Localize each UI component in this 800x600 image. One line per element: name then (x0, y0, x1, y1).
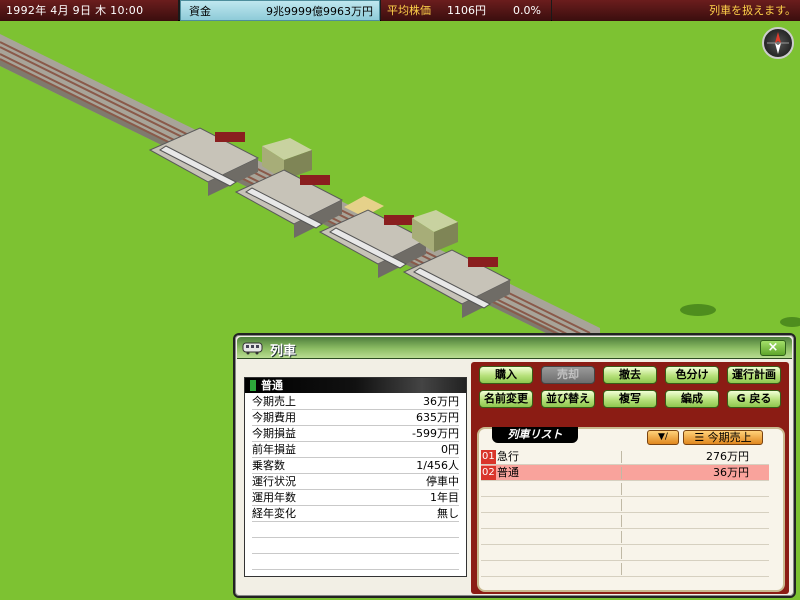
train-color-marker (250, 380, 256, 391)
status-message: 列車を扱えます。 (552, 0, 800, 21)
info-row-profit: 今期損益 -599万円 (252, 427, 459, 442)
info-row-status: 運行状況 停車中 (252, 475, 459, 490)
sell-button[interactable]: 売却 (541, 366, 595, 384)
buy-button[interactable]: 購入 (479, 366, 533, 384)
info-row-empty (252, 554, 459, 570)
stock-change: 0.0% (513, 4, 541, 17)
rename-button[interactable]: 名前変更 (479, 390, 533, 408)
list-item-empty (481, 497, 769, 513)
funds-label: 資金 (189, 5, 211, 18)
top-status-bar: 1992年 4月 9日 木 10:00 資金 9兆9999億9963万円 平均株… (0, 0, 800, 21)
funds-value: 9兆9999億9963万円 (266, 5, 373, 18)
train-icon (242, 341, 264, 355)
color-button[interactable]: 色分け (665, 366, 719, 384)
list-item-empty (481, 481, 769, 497)
train-list: 列車リスト ▼/ ☰ 今期売上 01 急行 276万円 02 普通 36万円 (477, 427, 785, 592)
info-row-aging: 経年変化 無し (252, 507, 459, 522)
info-row-revenue: 今期売上 36万円 (252, 395, 459, 410)
copy-button[interactable]: 複写 (603, 390, 657, 408)
info-row-years: 運用年数 1年目 (252, 491, 459, 506)
compass-icon[interactable] (762, 27, 794, 59)
schedule-button[interactable]: 運行計画 (727, 366, 781, 384)
command-area: 購入 売却 撤去 色分け 運行計画 名前変更 並び替え 複写 編成 G 戻る 列… (471, 362, 789, 594)
train-list-tab: 列車リスト (492, 427, 578, 443)
list-item-empty (481, 545, 769, 561)
bush (680, 304, 716, 316)
train-panel: 列車 × 普通 今期売上 36万円 今期費用 635万円 今期損益 -599万円 前年… (233, 333, 796, 598)
formation-button[interactable]: 編成 (665, 390, 719, 408)
stock-value: 1106円 (447, 4, 486, 17)
stock-label: 平均株価 (387, 4, 431, 17)
list-item-empty (481, 529, 769, 545)
list-item-empty (481, 561, 769, 577)
info-row-empty (252, 522, 459, 538)
info-row-cost: 今期費用 635万円 (252, 411, 459, 426)
list-item-empty (481, 513, 769, 529)
back-button[interactable]: G 戻る (727, 390, 781, 408)
list-item[interactable]: 01 急行 276万円 (481, 449, 769, 465)
train-info-box: 普通 今期売上 36万円 今期費用 635万円 今期損益 -599万円 前年損益 0円 … (244, 377, 467, 577)
info-row-empty (252, 538, 459, 554)
sort-key-button[interactable]: ☰ 今期売上 (683, 430, 763, 445)
list-item-selected[interactable]: 02 普通 36万円 (481, 465, 769, 481)
stock-display: 平均株価 1106円 0.0% (381, 0, 551, 21)
panel-title: 列車 (270, 344, 297, 359)
panel-header[interactable]: 列車 × (237, 337, 792, 359)
info-row-passengers: 乗客数 1/456人 (252, 459, 459, 474)
remove-button[interactable]: 撤去 (603, 366, 657, 384)
train-info-title: 普通 (245, 378, 466, 393)
game-date: 1992年 4月 9日 木 10:00 (0, 0, 178, 21)
train-name: 普通 (261, 379, 283, 392)
info-row-last-year: 前年損益 0円 (252, 443, 459, 458)
funds-display: 資金 9兆9999億9963万円 (180, 0, 380, 21)
reorder-button[interactable]: 並び替え (541, 390, 595, 408)
close-button[interactable]: × (760, 340, 786, 356)
sort-direction-button[interactable]: ▼/ (647, 430, 679, 445)
